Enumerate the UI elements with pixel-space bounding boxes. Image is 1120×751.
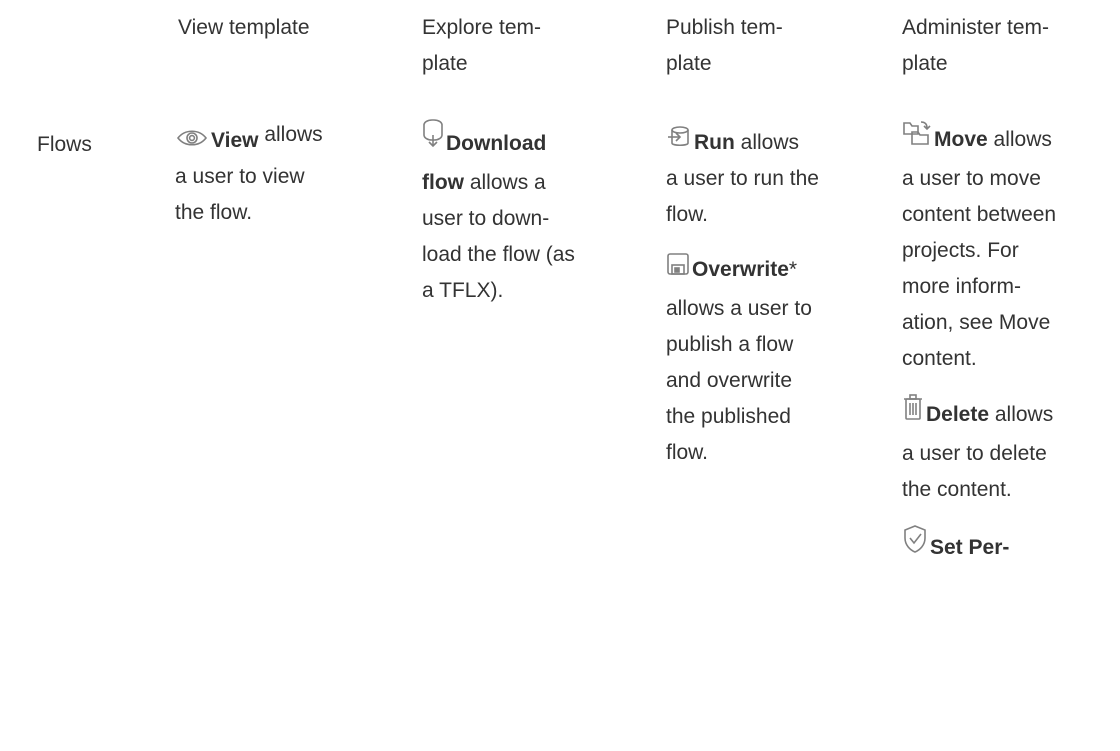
delete-icon xyxy=(902,393,924,421)
move-desc-line: content between xyxy=(902,203,1057,226)
eye-icon xyxy=(175,129,209,147)
run-lead: allows xyxy=(734,131,800,154)
header-line: Publish tem- xyxy=(666,16,783,39)
move-desc-line: ation, see Move xyxy=(902,311,1051,334)
delete-heading: Delete allows xyxy=(902,393,1118,436)
download-flow-lead: allows a xyxy=(464,171,546,194)
download-flow-line: flow allows a xyxy=(422,165,652,201)
move-heading: Move allows xyxy=(902,118,1118,161)
header-publish-template: Publish tem- plate xyxy=(666,10,783,82)
view-title: View xyxy=(211,129,259,152)
set-permissions-icon xyxy=(902,524,928,554)
move-desc-line: a user to move xyxy=(902,167,1041,190)
download-flow-desc-line: load the flow (as xyxy=(422,243,575,266)
run-icon xyxy=(666,125,692,149)
download-flow-title-cont: flow xyxy=(422,171,464,194)
view-desc-line: a user to view xyxy=(175,165,305,188)
header-line: plate xyxy=(666,52,712,75)
run-heading: Run allows xyxy=(666,125,886,161)
overwrite-lead: * xyxy=(788,258,798,281)
download-flow-icon xyxy=(422,118,444,150)
overwrite-desc-line: and overwrite xyxy=(666,369,793,392)
download-flow-permission: Download flow allows a user to down- loa… xyxy=(422,118,652,309)
move-icon xyxy=(902,118,932,146)
overwrite-heading: Overwrite* xyxy=(666,249,886,291)
overwrite-icon xyxy=(666,252,690,276)
header-line: plate xyxy=(902,52,948,75)
delete-desc-line: the content. xyxy=(902,478,1012,501)
download-flow-desc-line: user to down- xyxy=(422,207,550,230)
delete-title: Delete xyxy=(926,403,990,426)
delete-permission: Delete allows a user to delete the conte… xyxy=(902,393,1118,508)
run-desc-line: flow. xyxy=(666,203,709,226)
view-cell: View allows a user to view the flow. xyxy=(175,123,395,247)
run-title: Run xyxy=(694,131,735,154)
set-permissions-permission: Set Per- xyxy=(902,524,1118,569)
header-administer-template: Administer tem- plate xyxy=(902,10,1049,82)
move-title: Move xyxy=(934,128,988,151)
set-permissions-heading: Set Per- xyxy=(902,524,1118,569)
view-desc-line: the flow. xyxy=(175,201,253,224)
header-line: View template xyxy=(178,16,310,39)
overwrite-desc-line: the published xyxy=(666,405,791,428)
overwrite-title: Overwrite xyxy=(692,258,789,281)
delete-lead: allows xyxy=(989,403,1054,426)
overwrite-permission: Overwrite* allows a user to publish a fl… xyxy=(666,249,886,471)
header-line: Administer tem- xyxy=(902,16,1050,39)
header-view-template: View template xyxy=(178,10,310,46)
move-desc-line: more inform- xyxy=(902,275,1022,298)
download-flow-title: Download xyxy=(446,132,547,155)
view-permission-heading: View allows xyxy=(175,123,395,159)
header-line: plate xyxy=(422,52,468,75)
header-explore-template: Explore tem- plate xyxy=(422,10,541,82)
explore-cell: Download flow allows a user to down- loa… xyxy=(422,118,652,325)
overwrite-desc-line: flow. xyxy=(666,441,709,464)
download-flow-desc-line: a TFLX). xyxy=(422,279,504,302)
administer-cell: Move allows a user to move content betwe… xyxy=(902,118,1118,585)
publish-cell: Run allows a user to run the flow. Overw… xyxy=(666,125,886,487)
row-label-flows: Flows xyxy=(37,133,92,156)
delete-desc-line: a user to delete xyxy=(902,442,1047,465)
view-lead: allows xyxy=(264,123,323,146)
run-desc-line: a user to run the xyxy=(666,167,819,190)
move-lead: allows xyxy=(987,128,1052,151)
overwrite-desc-line: allows a user to xyxy=(666,297,812,320)
view-permission: View allows a user to view the flow. xyxy=(175,123,395,231)
move-desc-line: content. xyxy=(902,347,977,370)
move-permission: Move allows a user to move content betwe… xyxy=(902,118,1118,377)
overwrite-desc-line: publish a flow xyxy=(666,333,794,356)
move-desc-line: projects. For xyxy=(902,239,1019,262)
set-permissions-title: Set Per- xyxy=(930,536,1010,559)
header-line: Explore tem- xyxy=(422,16,542,39)
run-permission: Run allows a user to run the flow. xyxy=(666,125,886,233)
download-flow-heading: Download xyxy=(422,118,652,165)
